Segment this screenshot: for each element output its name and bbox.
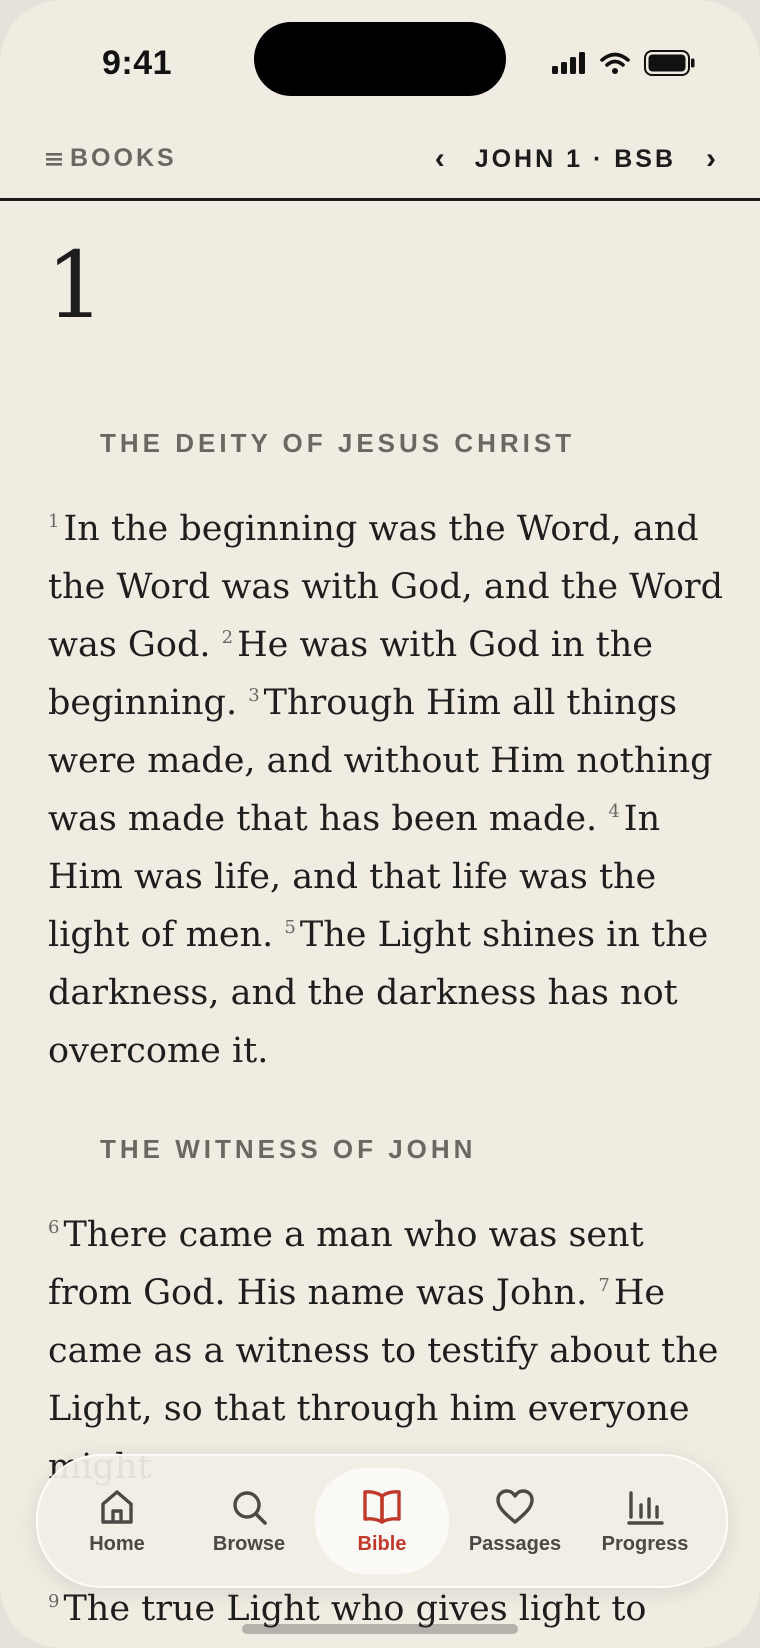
- books-label: BOOKS: [70, 144, 177, 172]
- verse-number: 5: [284, 917, 296, 939]
- chevron-left-icon[interactable]: ‹: [435, 142, 445, 176]
- verse-number: 1: [48, 511, 60, 533]
- chapter-navigator: ‹ JOHN 1 · BSB ›: [435, 142, 716, 176]
- wifi-icon: [600, 52, 630, 74]
- tab-bible[interactable]: Bible: [315, 1468, 449, 1574]
- status-bar: 9:41: [0, 0, 760, 120]
- verse-number: 9: [48, 1591, 60, 1613]
- bar-chart-icon: [627, 1490, 664, 1525]
- verse-text[interactable]: There came a man who was sent from God. …: [48, 1215, 644, 1313]
- tab-progress[interactable]: Progress: [582, 1470, 708, 1572]
- tab-label: Browse: [212, 1532, 286, 1555]
- verse-paragraph: 6 There came a man who was sent from God.…: [48, 1206, 728, 1496]
- verse-number: 6: [48, 1217, 60, 1239]
- chevron-right-icon[interactable]: ›: [706, 142, 716, 176]
- tab-label: Progress: [601, 1532, 689, 1555]
- tab-home[interactable]: Home: [54, 1470, 180, 1572]
- tab-browse[interactable]: Browse: [186, 1470, 312, 1572]
- tab-label: Bible: [357, 1532, 407, 1555]
- home-indicator[interactable]: [242, 1624, 518, 1634]
- verse-number: 2: [221, 627, 234, 649]
- verse-number: 4: [608, 801, 620, 823]
- status-icons: [552, 50, 696, 76]
- tab-passages[interactable]: Passages: [452, 1470, 578, 1572]
- verse-number: 7: [598, 1275, 610, 1297]
- chapter-reference[interactable]: JOHN 1 · BSB: [475, 145, 676, 174]
- books-button[interactable]: BOOKS: [46, 144, 177, 173]
- screen: 9:41 BOOKS ‹ JOHN 1 · BSB › 1 THE DEITY …: [0, 0, 760, 1648]
- open-book-icon: [363, 1489, 401, 1524]
- verse-paragraph: 1 In the beginning was the Word, and the …: [48, 500, 728, 1080]
- house-icon: [101, 1489, 133, 1524]
- tab-label: Home: [89, 1532, 145, 1555]
- status-time: 9:41: [102, 44, 173, 82]
- section-heading: THE WITNESS OF JOHN: [100, 1134, 477, 1164]
- section-heading: THE DEITY OF JESUS CHRIST: [100, 428, 576, 458]
- tab-label: Passages: [468, 1532, 562, 1555]
- tab-bar: Home Browse Bible Passages Progress: [36, 1454, 728, 1588]
- battery-icon: [644, 50, 695, 76]
- search-icon: [233, 1490, 267, 1525]
- heart-icon: [496, 1488, 534, 1524]
- chapter-number: 1: [46, 232, 105, 339]
- menu-icon: [46, 152, 62, 166]
- dynamic-island: [254, 22, 506, 96]
- verse-text[interactable]: The true Light who gives light to: [63, 1589, 646, 1629]
- verse-number: 3: [248, 685, 260, 707]
- cellular-signal-icon: [552, 52, 585, 74]
- reader-top-bar: BOOKS ‹ JOHN 1 · BSB ›: [0, 120, 760, 201]
